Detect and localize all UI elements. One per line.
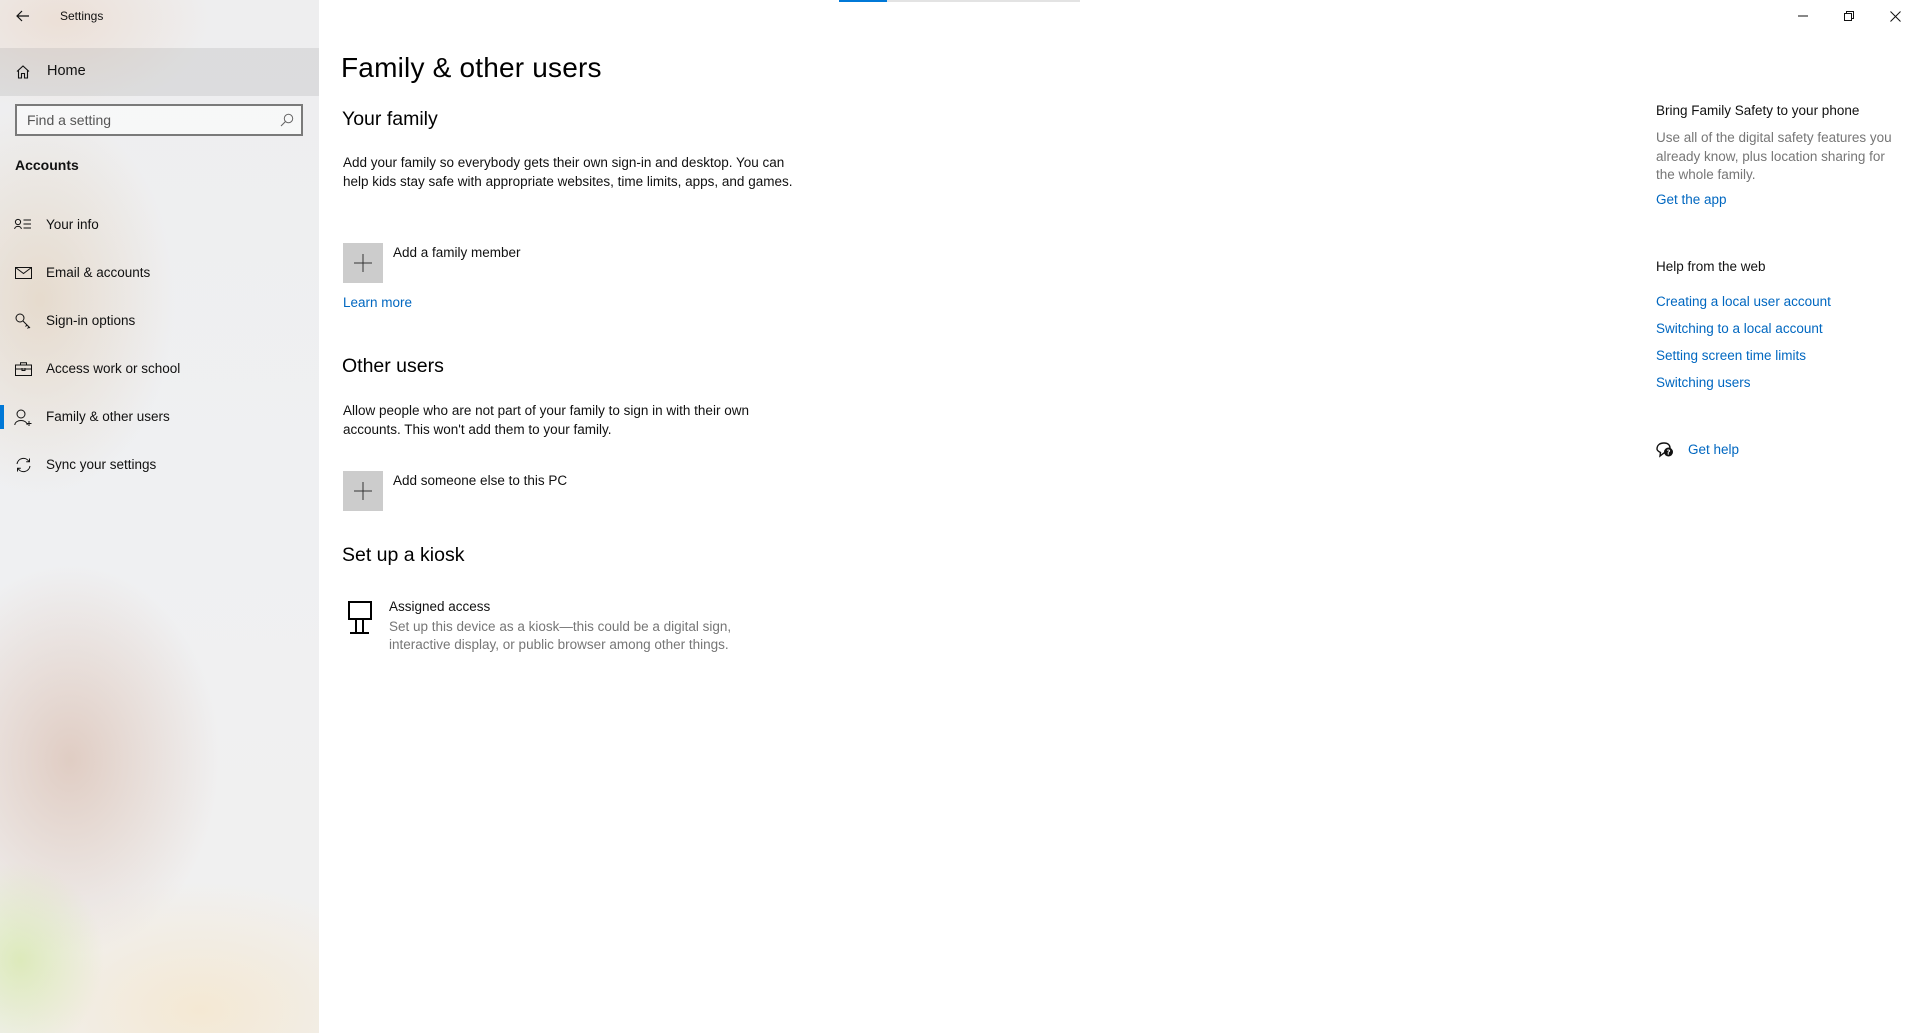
sidebar-item-label: Your info xyxy=(46,217,99,232)
minimize-button[interactable] xyxy=(1780,0,1826,32)
restore-icon xyxy=(1844,11,1854,21)
title-bar: Settings xyxy=(0,0,319,32)
contact-info-icon xyxy=(14,216,32,234)
learn-more-link[interactable]: Learn more xyxy=(343,295,412,310)
assigned-access-description: Set up this device as a kiosk—this could… xyxy=(389,619,732,652)
sync-icon xyxy=(14,456,32,474)
sidebar-item-sign-in-options[interactable]: Sign-in options xyxy=(0,297,319,345)
page-title: Family & other users xyxy=(341,52,602,83)
help-link-creating-local-account[interactable]: Creating a local user account xyxy=(1656,294,1831,309)
svg-text:?: ? xyxy=(1666,449,1670,457)
close-icon xyxy=(1889,10,1901,22)
help-link-switching-users[interactable]: Switching users xyxy=(1656,375,1751,390)
sidebar-home[interactable]: Home xyxy=(0,48,319,96)
search-icon[interactable] xyxy=(279,112,295,128)
plus-icon xyxy=(354,482,372,500)
sidebar-item-email-accounts[interactable]: Email & accounts xyxy=(0,249,319,297)
get-help-icon: ? xyxy=(1656,442,1674,463)
get-the-app-link[interactable]: Get the app xyxy=(1656,192,1727,207)
home-icon xyxy=(14,63,32,81)
loading-progress-bar xyxy=(839,0,1080,2)
add-person-icon xyxy=(14,408,32,426)
help-from-web-heading: Help from the web xyxy=(1656,259,1766,274)
family-safety-heading: Bring Family Safety to your phone xyxy=(1656,103,1860,118)
loading-progress-fill xyxy=(839,0,888,2)
restore-button[interactable] xyxy=(1826,0,1872,32)
selection-indicator xyxy=(0,405,4,429)
back-arrow-icon xyxy=(16,10,29,22)
add-family-member-button[interactable] xyxy=(343,243,383,283)
sidebar-item-label: Family & other users xyxy=(46,409,170,424)
help-link-switching-local-account[interactable]: Switching to a local account xyxy=(1656,321,1823,336)
sidebar-item-label: Access work or school xyxy=(46,361,181,376)
mail-icon xyxy=(14,264,32,282)
kiosk-heading: Set up a kiosk xyxy=(342,544,465,566)
sidebar-item-label: Sign-in options xyxy=(46,313,136,328)
family-safety-description: Use all of the digital safety features y… xyxy=(1656,130,1892,182)
search-box[interactable] xyxy=(15,104,303,136)
sidebar: Settings Home Accounts Your info xyxy=(0,0,319,1033)
sidebar-item-access-work-school[interactable]: Access work or school xyxy=(0,345,319,393)
your-family-description: Add your family so everybody gets their … xyxy=(343,155,793,189)
add-family-member-label[interactable]: Add a family member xyxy=(393,245,521,260)
other-users-heading: Other users xyxy=(342,355,444,377)
plus-icon xyxy=(354,254,372,272)
app-title: Settings xyxy=(60,9,104,23)
minimize-icon xyxy=(1798,15,1808,17)
get-help-link[interactable]: Get help xyxy=(1688,442,1739,457)
briefcase-icon xyxy=(14,360,32,378)
search-input[interactable] xyxy=(17,106,267,134)
sidebar-item-label: Sync your settings xyxy=(46,457,157,472)
sidebar-item-your-info[interactable]: Your info xyxy=(0,201,319,249)
sidebar-item-sync-settings[interactable]: Sync your settings xyxy=(0,441,319,489)
assigned-access-title: Assigned access xyxy=(389,599,491,614)
other-users-description: Allow people who are not part of your fa… xyxy=(343,403,749,437)
sidebar-item-label: Email & accounts xyxy=(46,265,151,280)
key-icon xyxy=(14,312,32,330)
your-family-heading: Your family xyxy=(342,108,438,130)
kiosk-icon xyxy=(348,601,372,640)
section-label: Accounts xyxy=(15,157,79,173)
close-button[interactable] xyxy=(1872,0,1914,32)
home-label: Home xyxy=(47,63,86,79)
add-someone-else-button[interactable] xyxy=(343,471,383,511)
sidebar-item-family-other-users[interactable]: Family & other users xyxy=(0,393,319,441)
back-button[interactable] xyxy=(0,0,46,32)
help-link-screen-time-limits[interactable]: Setting screen time limits xyxy=(1656,348,1806,363)
add-someone-else-label[interactable]: Add someone else to this PC xyxy=(393,473,567,488)
